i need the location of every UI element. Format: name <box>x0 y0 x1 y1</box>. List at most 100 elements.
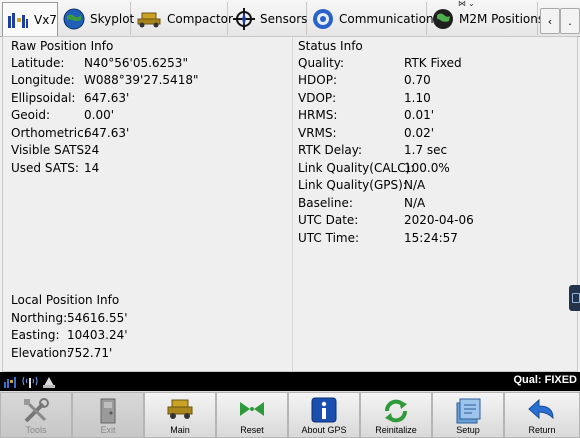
row-label: Northing: <box>11 311 68 325</box>
antenna-icon <box>22 376 38 388</box>
row-label: Visible SATS: <box>11 143 89 157</box>
info-icon <box>311 397 337 423</box>
tab-vx7[interactable]: Vx7 <box>2 2 58 37</box>
communication-icon <box>313 8 333 29</box>
tab-skyplot[interactable]: Skyplot <box>59 2 135 35</box>
gps-quality-indicator: Qual: FIXED <box>513 374 577 386</box>
compactor-icon <box>167 399 193 419</box>
bottom-toolbar: Tools Exit Main Reset About GPS Reinital… <box>0 391 580 438</box>
about-gps-button[interactable]: About GPS <box>288 392 360 438</box>
status-row-rtk-delay: RTK Delay: 1.7 sec <box>298 143 447 157</box>
tab-sensors[interactable]: Sensors <box>229 2 307 35</box>
status-row-utc-time: UTC Time: 15:24:57 <box>298 231 458 245</box>
column-divider <box>292 37 293 371</box>
row-value: 0.02' <box>404 126 435 140</box>
crosshair-icon <box>233 7 255 30</box>
status-row-quality: Quality: RTK Fixed <box>298 56 462 70</box>
row-value: 647.63' <box>84 126 130 140</box>
row-label: HRMS: <box>298 108 338 122</box>
tab-label: M2M Positions <box>459 11 545 26</box>
row-value: 2020-04-06 <box>404 213 474 227</box>
setup-icon <box>456 398 481 424</box>
tab-label: Communication <box>339 11 434 26</box>
row-value: 15:24:57 <box>404 231 458 245</box>
raw-row-orthometric: Orthometric:647.63' <box>11 126 129 140</box>
window-controls[interactable]: ⋈⌄ <box>458 0 486 9</box>
row-label: UTC Date: <box>298 213 359 227</box>
setup-button[interactable]: Setup <box>432 392 504 438</box>
button-label: Main <box>170 425 190 435</box>
side-panel-handle[interactable] <box>569 285 580 311</box>
row-label: Link Quality(CALC): <box>298 161 415 175</box>
button-label: Reset <box>240 425 264 435</box>
status-row-link-quality-calc: Link Quality(CALC):100.0% <box>298 161 450 175</box>
row-value: N/A <box>404 196 426 210</box>
status-row-vdop: VDOP: 1.10 <box>298 91 431 105</box>
status-info-title: Status Info <box>298 39 363 53</box>
button-label: Return <box>528 425 556 435</box>
return-button[interactable]: Return <box>504 392 580 438</box>
row-value: 0.70 <box>404 73 431 87</box>
row-value: 1.7 sec <box>404 143 448 157</box>
raw-row-ellipsoidal: Ellipsoidal: 647.63' <box>11 91 129 105</box>
row-label: Orthometric: <box>11 126 88 140</box>
status-row-baseline: Baseline: N/A <box>298 196 425 210</box>
signal-bars-icon <box>4 377 16 388</box>
row-value: RTK Fixed <box>404 56 462 70</box>
row-label: VRMS: <box>298 126 337 140</box>
row-value: 10403.24' <box>67 328 128 342</box>
exit-icon <box>100 398 116 424</box>
button-label: Exit <box>100 425 116 435</box>
raw-row-visible-sats: Visible SATS:24 <box>11 143 99 157</box>
row-value: 24 <box>84 143 100 157</box>
button-label: Reinitalize <box>375 425 417 435</box>
main-button[interactable]: Main <box>144 392 216 438</box>
local-row-elevation: Elevation:752.71' <box>11 346 112 360</box>
globe-icon <box>63 8 85 29</box>
tab-label: Vx7 <box>34 13 57 27</box>
local-row-northing: Northing:54616.55' <box>11 311 128 325</box>
row-value: 752.71' <box>67 346 113 360</box>
raw-row-geoid: Geoid: 0.00' <box>11 108 114 122</box>
tab-label: Sensors <box>260 11 308 26</box>
row-label: VDOP: <box>298 91 337 105</box>
raw-row-latitude: Latitude: N40°56'05.6253" <box>11 56 188 70</box>
status-row-utc-date: UTC Date: 2020-04-06 <box>298 213 474 227</box>
row-label: UTC Time: <box>298 231 360 245</box>
info-panel: Raw Position Info Latitude: N40°56'05.625… <box>2 36 580 372</box>
row-label: Elevation: <box>11 346 71 360</box>
tab-label: Skyplot <box>90 11 135 26</box>
row-label: Latitude: <box>11 56 65 70</box>
local-row-easting: Easting: 10403.24' <box>11 328 128 342</box>
row-label: Ellipsoidal: <box>11 91 76 105</box>
row-value: N40°56'05.6253" <box>84 56 188 70</box>
status-row-vrms: VRMS: 0.02' <box>298 126 434 140</box>
row-value: 100.0% <box>404 161 450 175</box>
tab-scroll-left-button[interactable]: ‹ <box>540 8 560 34</box>
reinitialize-button[interactable]: Reinitalize <box>360 392 432 438</box>
reset-icon <box>240 402 264 416</box>
reinitialize-icon <box>385 399 407 423</box>
raw-row-longitude: Longitude: W088°39'27.5418" <box>11 73 198 87</box>
exit-button[interactable]: Exit <box>72 392 144 438</box>
tools-icon <box>24 398 49 423</box>
row-label: Used SATS: <box>11 161 79 175</box>
row-label: Quality: <box>298 56 345 70</box>
status-row-hdop: HDOP: 0.70 <box>298 73 431 87</box>
tools-button[interactable]: Tools <box>0 392 72 438</box>
button-label: Tools <box>25 425 47 435</box>
row-value: W088°39'27.5418" <box>84 73 199 87</box>
row-label: Geoid: <box>11 108 51 122</box>
reset-button[interactable]: Reset <box>216 392 288 438</box>
tab-communication[interactable]: Communication <box>308 2 434 35</box>
local-position-title: Local Position Info <box>11 293 120 307</box>
tab-compactor[interactable]: Compactor <box>132 2 233 35</box>
vx7-icon <box>8 13 28 28</box>
row-value: 0.00' <box>84 108 115 122</box>
button-label: About GPS <box>301 425 347 435</box>
status-row-hrms: HRMS: 0.01' <box>298 108 434 122</box>
tab-label: Compactor <box>167 11 233 26</box>
row-value: 1.10 <box>404 91 431 105</box>
m2m-globe-icon <box>433 8 453 29</box>
tab-scroll-right-button[interactable]: . <box>560 8 580 34</box>
